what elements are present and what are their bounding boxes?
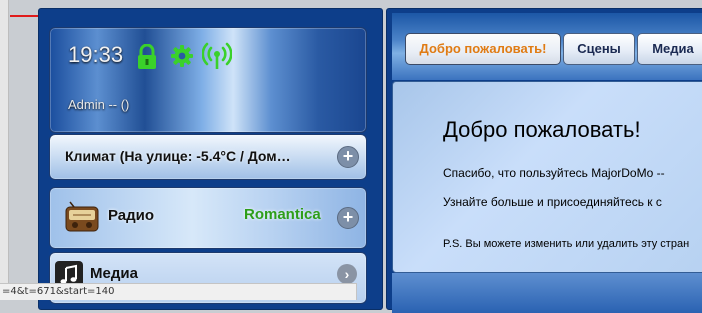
climate-label: Климат (На улице: -5.4°C / Дом… — [65, 148, 291, 164]
radio-expand-button[interactable]: + — [337, 207, 359, 229]
clock-time: 19:33 — [68, 42, 124, 67]
status-widget: 19:33 Admin -- () — [49, 27, 367, 133]
radio-widget[interactable]: Радио Romantica + — [49, 187, 367, 249]
gear-icon[interactable] — [171, 45, 193, 67]
radio-station-name: Romantica — [244, 206, 321, 223]
welcome-line-1: Спасибо, что пользуйтесь MajorDoMo -- — [443, 166, 665, 180]
user-label: Admin -- () — [68, 97, 130, 112]
media-label: Медиа — [90, 265, 138, 282]
browser-status-bar: =4&t=671&start=140 — [0, 283, 357, 300]
media-open-button[interactable]: › — [337, 264, 357, 284]
radio-label: Радио — [108, 207, 155, 224]
welcome-ps: P.S. Вы можете изменить или удалить эту … — [443, 238, 690, 250]
widgets-panel: 19:33 Admin -- () Климат (На улице: -5.4… — [38, 8, 383, 310]
welcome-title: Добро пожаловать! — [443, 117, 641, 142]
climate-expand-button[interactable]: + — [337, 146, 359, 168]
wifi-signal-icon[interactable] — [202, 42, 232, 70]
page-gutter — [0, 0, 9, 299]
tab-scenes[interactable]: Сцены — [563, 33, 635, 65]
tab-media[interactable]: Медиа — [637, 33, 702, 65]
climate-widget[interactable]: Климат (На улице: -5.4°C / Дом… + — [49, 134, 367, 180]
tabs-bar: Добро пожаловать! Сцены Медиа — [392, 13, 702, 80]
lock-icon[interactable] — [137, 44, 157, 70]
content-panel: Добро пожаловать! Сцены Медиа Добро пожа… — [386, 8, 702, 313]
welcome-line-2: Узнайте больше и присоединяйтесь к с — [443, 195, 662, 209]
lower-strip — [392, 273, 702, 313]
radio-icon — [65, 201, 99, 232]
tab-welcome[interactable]: Добро пожаловать! — [405, 33, 561, 65]
welcome-content: Добро пожаловать! Спасибо, что пользуйте… — [392, 81, 702, 273]
